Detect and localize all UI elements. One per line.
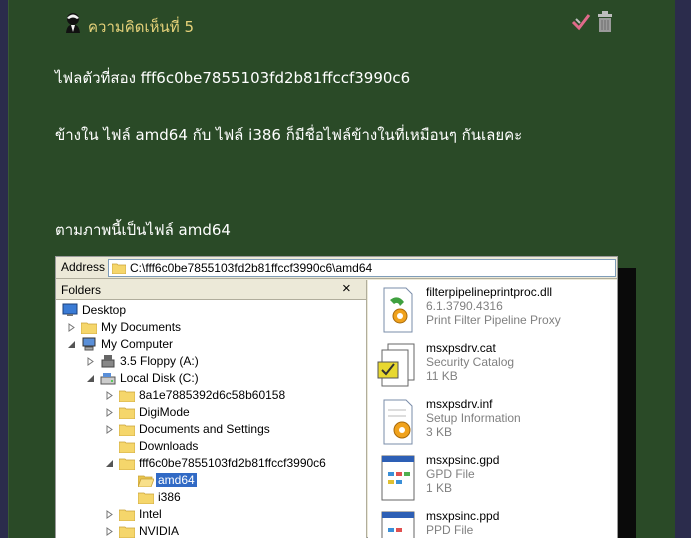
tree-item-label: My Computer [101, 337, 174, 351]
screenshot-shadow [618, 268, 636, 538]
tree-item-label: My Documents [101, 320, 182, 334]
tree-item[interactable]: amd64 [56, 472, 366, 489]
file-type: 6.1.3790.4316 [426, 299, 503, 313]
tree-item[interactable]: 3.5 Floppy (A:) [56, 353, 366, 370]
file-type: GPD File [426, 467, 475, 481]
comment-header: ความคิดเห็นที่ 5 [9, 0, 676, 48]
tree-item-label: i386 [158, 490, 181, 504]
folder-icon [119, 441, 135, 453]
desktop-icon [62, 303, 78, 316]
address-bar: Address C:\fff6c0be7855103fd2b81ffccf399… [56, 257, 617, 279]
collapse-arrow-icon[interactable] [67, 340, 76, 349]
commenter-avatar-icon [66, 13, 80, 33]
comment-text-line-2: ข้างใน ไฟล์ amd64 กับ ไฟล์ i386 ก็มีชื่อ… [55, 126, 523, 144]
folder-icon [119, 509, 135, 521]
file-type: Setup Information [426, 411, 521, 425]
folder-icon [112, 263, 126, 274]
file-type: PPD File [426, 523, 474, 537]
tree-item-label: DigiMode [139, 405, 190, 419]
tree-item-label: Documents and Settings [139, 422, 270, 436]
file-name: msxpsinc.gpd [426, 453, 500, 467]
file-size: 3 KB [426, 425, 453, 439]
file-item[interactable]: filterpipelineprintproc.dll 6.1.3790.4316… [368, 284, 617, 340]
file-size: 11 KB [426, 369, 458, 383]
tree-item[interactable]: NVIDIA [56, 523, 366, 538]
file-size: Print Filter Pipeline Proxy [426, 313, 561, 327]
file-item[interactable]: msxpsinc.gpd GPD File 1 KB [368, 452, 617, 508]
file-item[interactable]: msxpsdrv.cat Security Catalog 11 KB [368, 340, 617, 396]
tree-item[interactable]: DigiMode [56, 404, 366, 421]
folder-icon [138, 492, 154, 504]
folder-icon [119, 526, 135, 538]
tree-item[interactable]: My Documents [56, 319, 366, 336]
file-name: msxpsinc.ppd [426, 509, 500, 523]
gpd-icon [381, 455, 415, 501]
file-item[interactable]: msxpsdrv.inf Setup Information 3 KB [368, 396, 617, 452]
dll-icon [383, 287, 413, 333]
tree-item[interactable]: fff6c0be7855103fd2b81ffccf3990c6 [56, 455, 366, 472]
catalog-icon [377, 343, 415, 387]
tree-item[interactable]: Local Disk (C:) [56, 370, 366, 387]
tree-item[interactable]: i386 [56, 489, 366, 506]
tree-item-label: 8a1e7885392d6c58b60158 [139, 388, 286, 402]
expand-arrow-icon[interactable] [105, 510, 114, 519]
folder-icon [119, 458, 135, 470]
file-list: filterpipelineprintproc.dll 6.1.3790.4316… [368, 280, 617, 538]
address-label: Address [61, 260, 106, 274]
collapse-arrow-icon[interactable] [105, 459, 114, 468]
address-field[interactable]: C:\fff6c0be7855103fd2b81ffccf3990c6\amd6… [108, 259, 616, 277]
tree-item-label: Local Disk (C:) [120, 371, 199, 385]
expand-arrow-icon[interactable] [67, 323, 76, 332]
tree-item[interactable]: My Computer [56, 336, 366, 353]
trash-icon[interactable] [597, 11, 613, 33]
tree-item-label: Desktop [82, 303, 127, 317]
file-name: msxpsdrv.inf [426, 397, 493, 411]
file-item[interactable]: msxpsinc.ppd PPD File [368, 508, 617, 538]
comment-title: ความคิดเห็นที่ 5 [88, 18, 195, 36]
expand-arrow-icon[interactable] [105, 391, 114, 400]
tree-item-label: NVIDIA [139, 524, 180, 538]
folders-header: Folders × [56, 280, 366, 300]
file-name: filterpipelineprintproc.dll [426, 285, 553, 299]
expand-arrow-icon[interactable] [105, 425, 114, 434]
file-size: 1 KB [426, 481, 453, 495]
tree-item-label: fff6c0be7855103fd2b81ffccf3990c6 [139, 456, 326, 470]
tree-item-label: Intel [139, 507, 162, 521]
tree-item[interactable]: Intel [56, 506, 366, 523]
folders-close-icon[interactable]: × [342, 280, 351, 297]
address-value: C:\fff6c0be7855103fd2b81ffccf3990c6\amd6… [130, 261, 373, 275]
comment-post: ความคิดเห็นที่ 5 ไฟลตัวที่สอง fff6c0be78… [8, 0, 675, 538]
folder-icon [119, 407, 135, 419]
folders-title: Folders [61, 283, 102, 297]
folders-pane: Folders × Desktop My Documents My Computer… [56, 280, 367, 538]
check-icon[interactable] [571, 12, 591, 32]
folder-icon [81, 322, 97, 334]
tree-item[interactable]: Documents and Settings [56, 421, 366, 438]
tree-item[interactable]: Downloads [56, 438, 366, 455]
drive-icon [100, 373, 116, 385]
comment-text-line-1: ไฟลตัวที่สอง fff6c0be7855103fd2b81ffccf3… [55, 69, 411, 87]
file-name: msxpsdrv.cat [426, 341, 496, 355]
comment-text-line-3: ตามภาพนี้เป็นไฟล์ amd64 [55, 221, 231, 239]
expand-arrow-icon[interactable] [105, 527, 114, 536]
tree-item-label: amd64 [156, 473, 197, 487]
computer-icon [82, 337, 96, 351]
folder-icon [119, 390, 135, 402]
expand-arrow-icon[interactable] [86, 357, 95, 366]
file-type: Security Catalog [426, 355, 515, 369]
tree-item-label: Downloads [139, 439, 199, 453]
open-folder-icon [138, 475, 154, 487]
tree-item-label: 3.5 Floppy (A:) [120, 354, 199, 368]
expand-arrow-icon[interactable] [105, 408, 114, 417]
inf-icon [383, 399, 413, 445]
explorer-screenshot: Address C:\fff6c0be7855103fd2b81ffccf399… [55, 256, 618, 538]
floppy-icon [101, 355, 115, 368]
tree-item[interactable]: 8a1e7885392d6c58b60158 [56, 387, 366, 404]
collapse-arrow-icon[interactable] [86, 374, 95, 383]
folder-icon [119, 424, 135, 436]
tree-item[interactable]: Desktop [56, 302, 366, 319]
ppd-icon [381, 511, 415, 538]
